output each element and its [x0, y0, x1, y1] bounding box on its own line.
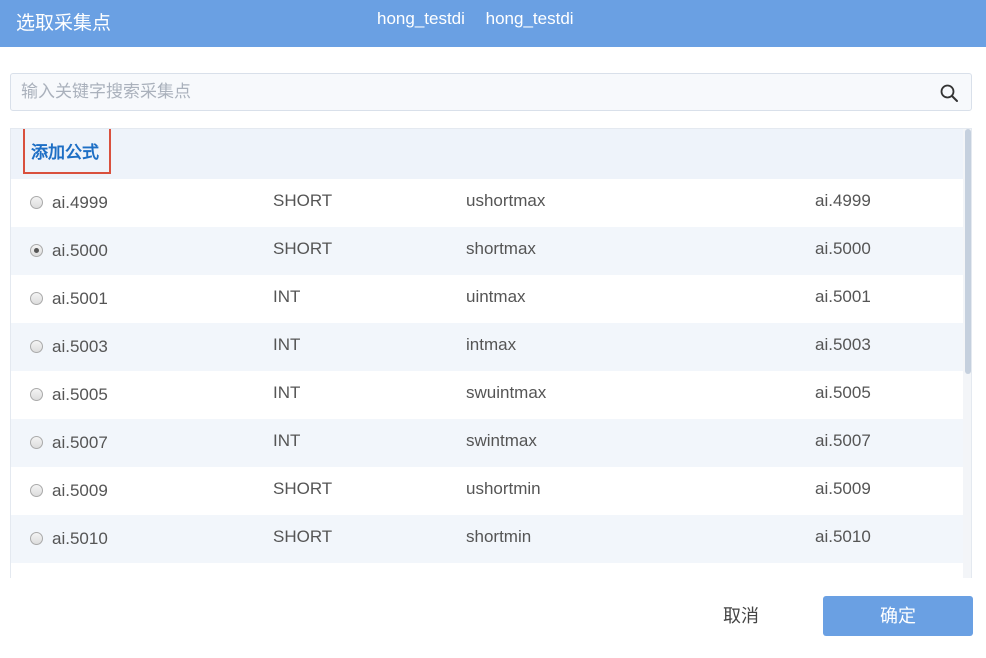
point-tag: ai.5001: [815, 287, 871, 306]
point-tag: ai.5009: [815, 479, 871, 498]
list-item[interactable]: ai.5003 INT intmax ai.5003: [11, 323, 971, 371]
point-name: ai.5000: [52, 241, 108, 260]
point-tag: ai.4999: [815, 191, 871, 210]
point-description: swuintmax: [466, 383, 547, 402]
device-name: hong_testdi: [485, 9, 574, 28]
point-name: ai.5001: [52, 289, 108, 308]
list-item[interactable]: ai.5007 INT swintmax ai.5007: [11, 419, 971, 467]
point-name: ai.5009: [52, 481, 108, 500]
point-tag: ai.5000: [815, 239, 871, 258]
point-tag: ai.5005: [815, 383, 871, 402]
point-type: INT: [273, 335, 301, 354]
point-description: shortmax: [466, 239, 536, 258]
point-description: shortmin: [466, 527, 532, 546]
confirm-button[interactable]: 确定: [823, 596, 973, 636]
radio-button[interactable]: [30, 532, 43, 545]
point-type: SHORT: [273, 479, 333, 498]
scrollbar-thumb[interactable]: [965, 129, 971, 374]
list-item[interactable]: ai.5010 SHORT shortmin ai.5010: [11, 515, 971, 563]
radio-button[interactable]: [30, 292, 43, 305]
point-tag: ai.5003: [815, 335, 871, 354]
point-name: ai.4999: [52, 193, 108, 212]
point-name: ai.5007: [52, 433, 108, 452]
point-tag: ai.5007: [815, 431, 871, 450]
point-description: swintmax: [466, 431, 537, 450]
list-item[interactable]: ai.5001 INT uintmax ai.5001: [11, 275, 971, 323]
radio-button[interactable]: [30, 436, 43, 449]
list-item[interactable]: ai.5000 SHORT shortmax ai.5000: [11, 227, 971, 275]
list-item[interactable]: ai.5009 SHORT ushortmin ai.5009: [11, 467, 971, 515]
radio-button[interactable]: [30, 244, 43, 257]
point-description: ushortmax: [466, 191, 546, 210]
point-name: ai.5010: [52, 529, 108, 548]
list-item[interactable]: ai.5005 INT swuintmax ai.5005: [11, 371, 971, 419]
point-description: ushortmin: [466, 479, 541, 498]
point-type: SHORT: [273, 527, 333, 546]
point-tag: ai.5010: [815, 527, 871, 546]
add-formula-button[interactable]: 添加公式: [23, 129, 111, 174]
point-type: INT: [273, 383, 301, 402]
search-input[interactable]: [11, 74, 931, 110]
radio-button[interactable]: [30, 388, 43, 401]
point-type: INT: [273, 431, 301, 450]
device-name: hong_testdi: [377, 9, 465, 28]
scrollbar-track[interactable]: [963, 129, 971, 578]
point-list: 添加公式 ai.4999 SHORT ushortmax ai.4999 ai.…: [10, 128, 972, 578]
search-icon[interactable]: [939, 83, 959, 103]
point-type: SHORT: [273, 239, 333, 258]
device-names: hong_testdi hong_testdi: [377, 9, 590, 29]
point-type: SHORT: [273, 191, 333, 210]
cancel-button[interactable]: 取消: [700, 596, 782, 636]
point-description: intmax: [466, 335, 517, 354]
list-item[interactable]: ai.4999 SHORT ushortmax ai.4999: [11, 179, 971, 227]
point-name: ai.5005: [52, 385, 108, 404]
point-type: INT: [273, 287, 301, 306]
point-name: ai.5003: [52, 337, 108, 356]
radio-button[interactable]: [30, 196, 43, 209]
point-description: uintmax: [466, 287, 526, 306]
dialog-header: 选取采集点 hong_testdi hong_testdi: [0, 0, 986, 47]
search-box: [10, 73, 972, 111]
radio-button[interactable]: [30, 484, 43, 497]
radio-button[interactable]: [30, 340, 43, 353]
dialog-title: 选取采集点: [16, 13, 112, 34]
formula-bar: 添加公式: [11, 129, 971, 179]
